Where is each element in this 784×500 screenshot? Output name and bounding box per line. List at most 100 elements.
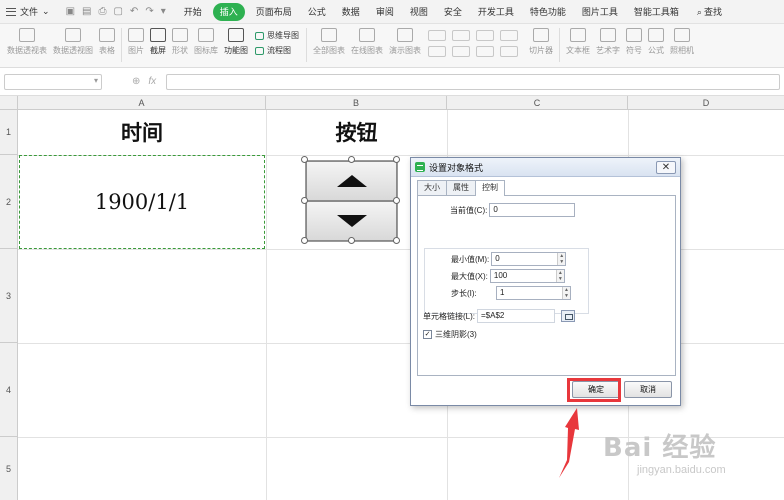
icon-library-button[interactable]: 图标库	[191, 28, 221, 56]
3d-shading-checkbox[interactable]: ✓	[423, 330, 432, 339]
tab-security[interactable]: 安全	[436, 3, 470, 21]
fx-icon[interactable]: fx	[148, 76, 156, 87]
presentation-charts-button[interactable]: 演示图表	[386, 28, 424, 56]
spinner-arrows-icon[interactable]: ▲ ▼	[562, 287, 570, 299]
row-header-5[interactable]: 5	[0, 437, 18, 500]
flowchart-button[interactable]: 流程图	[255, 45, 299, 56]
picture-button[interactable]: 图片	[125, 28, 147, 56]
area-chart-icon[interactable]	[500, 30, 518, 41]
resize-handle[interactable]	[301, 197, 308, 204]
tab-data[interactable]: 数据	[334, 3, 368, 21]
row-header-4[interactable]: 4	[0, 343, 18, 437]
textbox-button[interactable]: 文本框	[563, 28, 593, 56]
resize-handle[interactable]	[301, 156, 308, 163]
dialog-title-bar[interactable]: 设置对象格式	[411, 158, 680, 177]
row-header-1[interactable]: 1	[0, 110, 18, 155]
tab-size[interactable]: 大小	[417, 180, 447, 195]
tab-view[interactable]: 视图	[402, 3, 436, 21]
row-header-2[interactable]: 2	[0, 155, 18, 249]
formula-input[interactable]	[166, 73, 780, 90]
3d-shading-row[interactable]: ✓ 三维阴影(3)	[423, 329, 477, 340]
3d-shading-label: 三维阴影(3)	[435, 330, 477, 339]
collapse-dialog-icon[interactable]	[561, 310, 575, 322]
resize-handle[interactable]	[393, 156, 400, 163]
pivot-chart-button[interactable]: 数据透视图	[50, 28, 96, 56]
resize-handle[interactable]	[393, 237, 400, 244]
cell-a1[interactable]: 时间	[18, 110, 266, 155]
menu-bar: 文件 ⌄ ▣ ▤ ⎙ ▢ ↶ ↷ ▾ 开始 插入 页面布局 公式 数据 审阅 视…	[0, 0, 784, 24]
online-charts-button[interactable]: 在线图表	[348, 28, 386, 56]
column-header-b[interactable]: B	[266, 96, 447, 110]
select-all-corner[interactable]	[0, 96, 18, 110]
pivot-chart-icon	[65, 28, 81, 42]
dialog-body: 大小 属性 控制 当前值(C): 0 最小值(M): 0 ▲ ▼ 最大值(X): …	[417, 180, 676, 376]
tab-features[interactable]: 特色功能	[522, 3, 574, 21]
cell-b1[interactable]: 按钮	[266, 110, 447, 155]
spinner-arrows-icon[interactable]: ▲ ▼	[555, 270, 564, 282]
spinner-arrows-icon[interactable]: ▲ ▼	[557, 253, 566, 265]
cell-link-input[interactable]: =$A$2	[477, 309, 555, 323]
column-header-a[interactable]: A	[18, 96, 266, 110]
online-charts-icon	[359, 28, 375, 42]
customize-icon[interactable]: ▾	[161, 6, 166, 17]
equation-button[interactable]: 公式	[645, 28, 667, 56]
row-header-3[interactable]: 3	[0, 249, 18, 343]
cancel-button[interactable]: 取消	[624, 381, 672, 398]
name-box[interactable]	[4, 73, 102, 90]
resize-handle[interactable]	[301, 237, 308, 244]
tab-insert[interactable]: 插入	[212, 2, 245, 21]
zoom-icon[interactable]: ⊕	[132, 76, 140, 87]
wordart-button[interactable]: 艺术字	[593, 28, 623, 56]
resize-handle[interactable]	[393, 197, 400, 204]
spin-button-control[interactable]	[301, 156, 400, 244]
step-input[interactable]: 1 ▲ ▼	[496, 286, 571, 300]
redo-icon[interactable]: ↷	[145, 6, 153, 17]
search-button[interactable]: ⌕ 查找	[687, 3, 730, 21]
tab-picture-tools[interactable]: 图片工具	[574, 3, 626, 21]
resize-handle[interactable]	[348, 156, 355, 163]
column-header-c[interactable]: C	[447, 96, 628, 110]
camera-button[interactable]: 照相机	[667, 28, 697, 56]
pivot-table-button[interactable]: 数据透视表	[4, 28, 50, 56]
max-value-input[interactable]: 100 ▲ ▼	[489, 269, 565, 283]
close-button[interactable]: ✕	[656, 161, 676, 174]
table-button[interactable]: 表格	[96, 28, 118, 56]
radar-chart-icon[interactable]	[476, 46, 494, 57]
undo-icon[interactable]: ↶	[130, 6, 138, 17]
screenshot-button[interactable]: 截屏	[147, 28, 169, 56]
preview-icon[interactable]: ▢	[113, 6, 122, 17]
tab-page-layout[interactable]: 页面布局	[248, 3, 300, 21]
pie-chart-icon[interactable]	[428, 46, 446, 57]
search-label: 查找	[703, 6, 722, 17]
file-menu[interactable]: 文件 ⌄	[0, 0, 56, 23]
shapes-button[interactable]: 形状	[169, 28, 191, 56]
tab-smart-toolbox[interactable]: 智能工具箱	[626, 3, 687, 21]
current-value-input[interactable]: 0	[489, 203, 576, 217]
mind-map-button[interactable]: 思维导图	[255, 30, 299, 41]
all-charts-button[interactable]: 全部图表	[310, 28, 348, 56]
scatter-chart-icon[interactable]	[452, 46, 470, 57]
control-panel: 当前值(C): 0 最小值(M): 0 ▲ ▼ 最大值(X): 100 ▲ ▼ 步长…	[417, 195, 676, 376]
tab-control[interactable]: 控制	[475, 180, 505, 196]
tab-formulas[interactable]: 公式	[300, 3, 334, 21]
function-chart-button[interactable]: 功能图	[221, 28, 251, 56]
column-header-d[interactable]: D	[628, 96, 784, 110]
slicer-button[interactable]: 切片器	[526, 28, 556, 56]
resize-handle[interactable]	[348, 237, 355, 244]
screenshot-icon	[150, 28, 166, 42]
symbol-button[interactable]: 符号	[623, 28, 645, 56]
export-icon[interactable]: ▤	[82, 6, 91, 17]
camera-icon	[674, 28, 690, 42]
save-icon[interactable]: ▣	[66, 6, 75, 17]
line-chart-icon[interactable]	[452, 30, 470, 41]
bar-chart-icon[interactable]	[476, 30, 494, 41]
column-chart-icon[interactable]	[428, 30, 446, 41]
tab-review[interactable]: 审阅	[368, 3, 402, 21]
tab-developer[interactable]: 开发工具	[470, 3, 522, 21]
tab-properties[interactable]: 属性	[446, 180, 476, 195]
print-icon[interactable]: ⎙	[98, 6, 106, 17]
other-chart-icon[interactable]	[500, 46, 518, 57]
tab-home[interactable]: 开始	[176, 3, 210, 21]
min-value-input[interactable]: 0 ▲ ▼	[491, 252, 567, 266]
max-value-label: 最大值(X):	[451, 271, 488, 281]
